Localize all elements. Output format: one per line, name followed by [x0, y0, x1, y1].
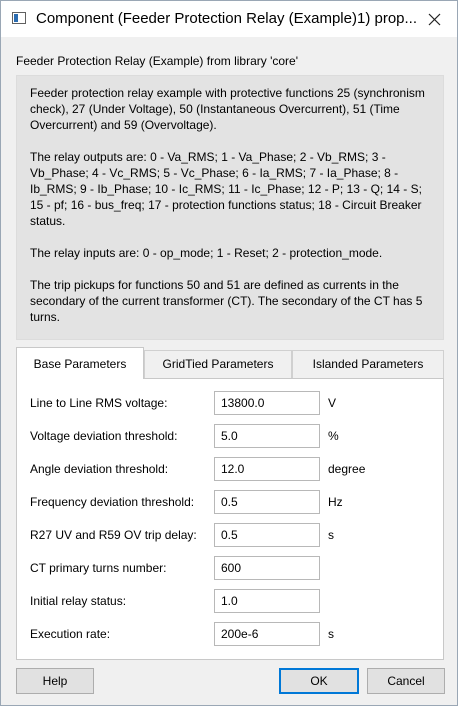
param-row-line-voltage: Line to Line RMS voltage: V [30, 391, 430, 415]
param-row-voltage-deviation: Voltage deviation threshold: % [30, 424, 430, 448]
param-label: Voltage deviation threshold: [30, 429, 178, 443]
help-button[interactable]: Help [16, 668, 94, 694]
param-unit: degree [328, 462, 366, 476]
param-unit: V [328, 396, 337, 410]
param-row-initial-status: Initial relay status: [30, 589, 430, 613]
close-icon [428, 13, 440, 25]
param-label: Line to Line RMS voltage: [30, 396, 168, 410]
param-row-frequency-deviation: Frequency deviation threshold: Hz [30, 490, 430, 514]
param-unit: s [328, 627, 334, 641]
param-row-trip-delay: R27 UV and R59 OV trip delay: s [30, 523, 430, 547]
window-icon [12, 12, 26, 24]
param-row-execution-rate: Execution rate: s [30, 622, 430, 646]
ct-turns-input[interactable] [214, 556, 320, 580]
base-parameters-page: Line to Line RMS voltage: V Voltage devi… [16, 378, 444, 660]
title-bar[interactable]: Component (Feeder Protection Relay (Exam… [1, 1, 457, 37]
param-unit: s [328, 528, 334, 542]
close-button[interactable] [411, 1, 457, 37]
tab-islanded-parameters[interactable]: Islanded Parameters [292, 350, 444, 378]
initial-status-input[interactable] [214, 589, 320, 613]
param-label: Angle deviation threshold: [30, 462, 169, 476]
parameters-tab-panel: Base Parameters GridTied Parameters Isla… [16, 347, 444, 660]
param-label: Execution rate: [30, 627, 111, 641]
description-paragraph: The relay outputs are: 0 - Va_RMS; 1 - V… [30, 150, 422, 228]
cancel-button[interactable]: Cancel [367, 668, 445, 694]
param-unit: Hz [328, 495, 343, 509]
line-voltage-input[interactable] [214, 391, 320, 415]
description-box: Feeder protection relay example with pro… [16, 75, 444, 340]
ok-button[interactable]: OK [279, 668, 359, 694]
angle-deviation-input[interactable] [214, 457, 320, 481]
param-unit: % [328, 429, 339, 443]
description-paragraph: The trip pickups for functions 50 and 51… [30, 278, 423, 324]
window-title: Component (Feeder Protection Relay (Exam… [36, 10, 416, 27]
description-paragraph: Feeder protection relay example with pro… [30, 86, 425, 132]
trip-delay-input[interactable] [214, 523, 320, 547]
execution-rate-input[interactable] [214, 622, 320, 646]
tab-base-parameters[interactable]: Base Parameters [16, 347, 144, 379]
param-label: Frequency deviation threshold: [30, 495, 195, 509]
properties-dialog: Component (Feeder Protection Relay (Exam… [0, 0, 458, 706]
frequency-deviation-input[interactable] [214, 490, 320, 514]
param-row-angle-deviation: Angle deviation threshold: degree [30, 457, 430, 481]
param-row-ct-turns: CT primary turns number: [30, 556, 430, 580]
component-heading: Feeder Protection Relay (Example) from l… [16, 54, 299, 68]
param-label: CT primary turns number: [30, 561, 167, 575]
voltage-deviation-input[interactable] [214, 424, 320, 448]
tab-gridtied-parameters[interactable]: GridTied Parameters [144, 350, 292, 378]
param-label: Initial relay status: [30, 594, 127, 608]
param-label: R27 UV and R59 OV trip delay: [30, 528, 197, 542]
description-paragraph: The relay inputs are: 0 - op_mode; 1 - R… [30, 246, 383, 260]
